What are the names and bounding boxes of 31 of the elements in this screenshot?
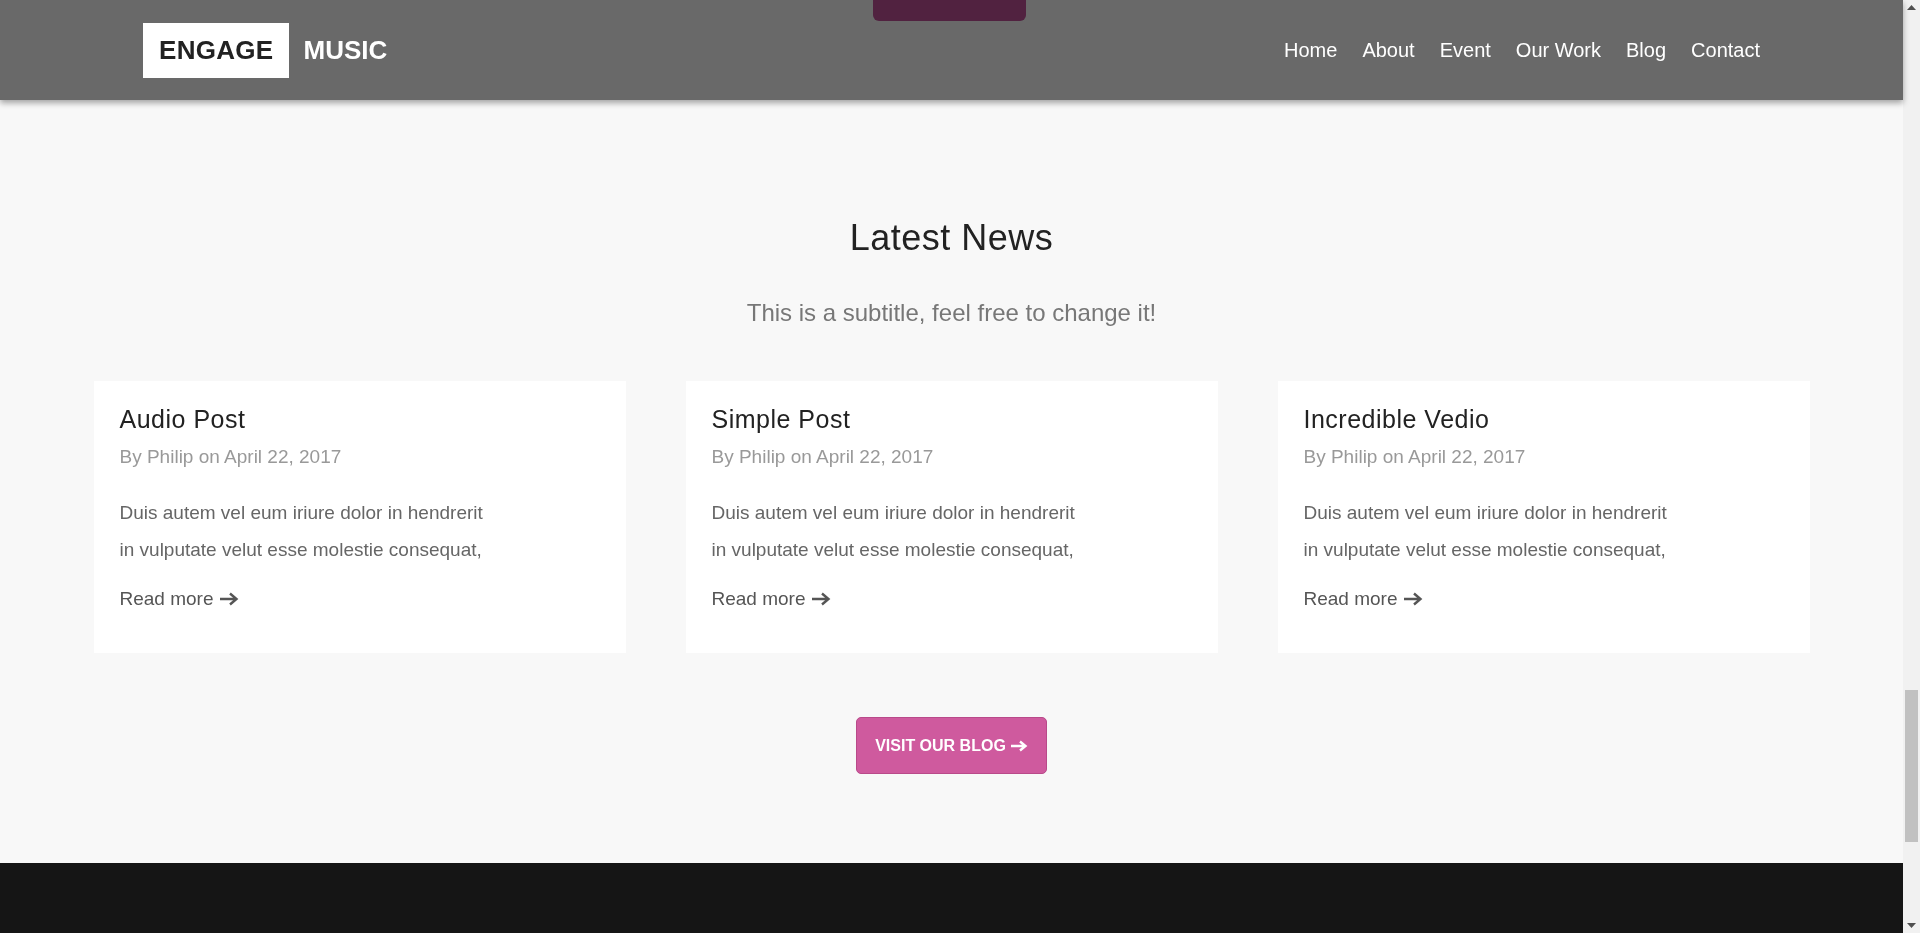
nav-link[interactable]: Blog — [1626, 38, 1667, 62]
arrow-right-icon — [1009, 739, 1028, 752]
post-meta: By Philip on April 22, 2017 — [119, 446, 343, 468]
post-excerpt: Duis autem vel eum iriure dolor in hendrerit in vulputate velut esse molestie consequat, — [1303, 501, 1668, 562]
nav-link[interactable]: Home — [1284, 38, 1338, 62]
scroll-up-icon[interactable] — [1907, 5, 1916, 10]
arrow-right-icon — [1402, 592, 1423, 606]
read-more-link[interactable]: Read more — [711, 588, 831, 610]
read-more-link[interactable]: Read more — [1303, 588, 1423, 610]
visit-blog-button[interactable]: VISIT OUR BLOG — [856, 717, 1047, 774]
arrow-right-icon — [218, 592, 239, 606]
nav-link[interactable]: Our Work — [1515, 38, 1602, 62]
scrollbar[interactable] — [1903, 0, 1920, 933]
logo-text[interactable]: MUSIC — [289, 34, 388, 66]
arrow-right-icon — [810, 592, 831, 606]
scroll-down-icon[interactable] — [1907, 923, 1916, 928]
post-meta: By Philip on April 22, 2017 — [1303, 446, 1527, 468]
post-excerpt: Duis autem vel eum iriure dolor in hendrerit in vulputate velut esse molestie consequat, — [711, 501, 1076, 562]
post-title[interactable]: Audio Post — [119, 405, 600, 434]
section-title: Latest News — [849, 217, 1054, 259]
nav-link[interactable]: Contact — [1691, 38, 1760, 62]
post-meta: By Philip on April 22, 2017 — [711, 446, 935, 468]
post-excerpt: Duis autem vel eum iriure dolor in hendrerit in vulputate velut esse molestie consequat, — [119, 501, 484, 562]
logo-text[interactable]: ENGAGE — [143, 22, 290, 78]
nav-link[interactable]: About — [1362, 38, 1415, 62]
nav-link[interactable]: Event — [1439, 38, 1491, 62]
post-title[interactable]: Simple Post — [711, 405, 1192, 434]
post-title[interactable]: Incredible Vedio — [1303, 405, 1784, 434]
section-subtitle: This is a subtitle, feel free to change it! — [746, 299, 1157, 327]
read-more-link[interactable]: Read more — [119, 588, 239, 610]
scrollbar-thumb[interactable] — [1905, 690, 1918, 842]
